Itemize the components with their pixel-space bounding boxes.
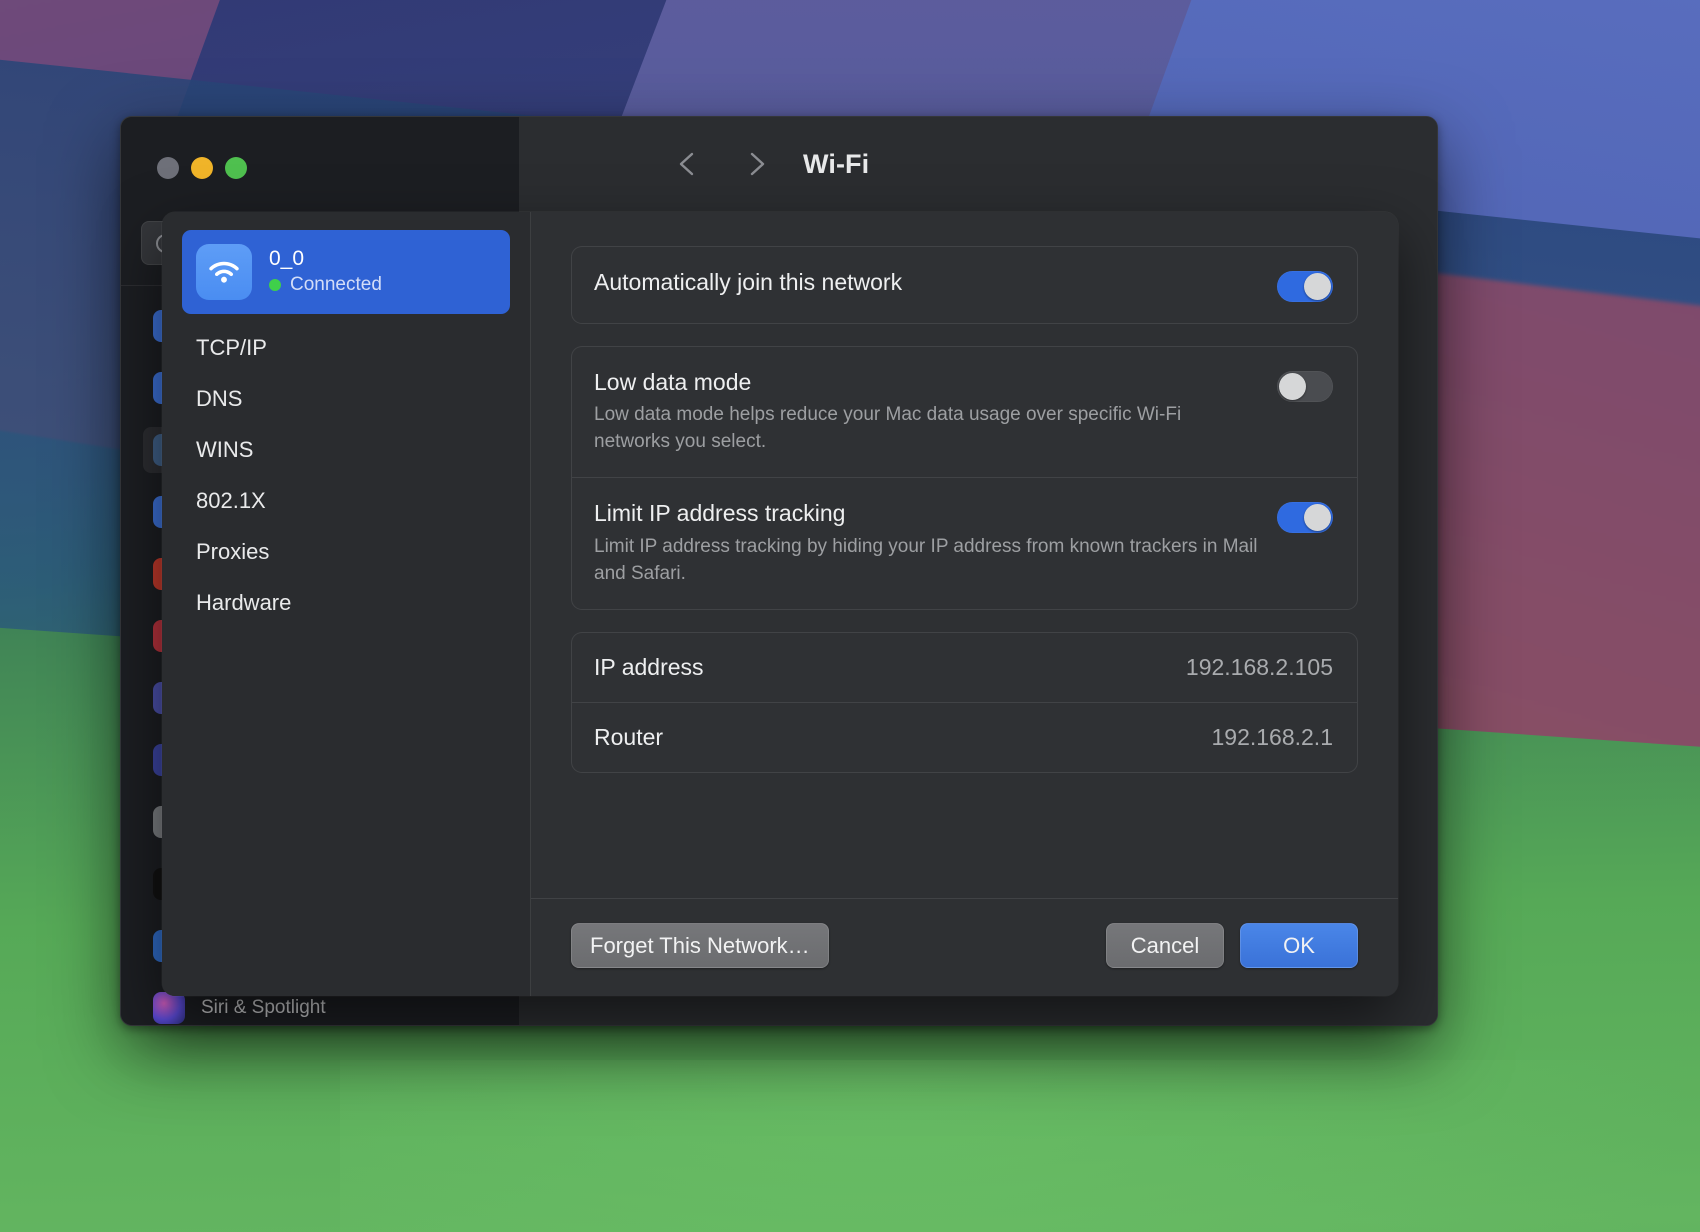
cancel-button[interactable]: Cancel (1106, 923, 1224, 968)
ip-address-row: IP address 192.168.2.105 (572, 633, 1357, 702)
close-button[interactable] (157, 157, 179, 179)
sidebar-item-wins[interactable]: WINS (162, 424, 530, 475)
toggle-knob (1304, 273, 1331, 300)
sheet-settings-list: Automatically join this network Low data… (531, 212, 1398, 898)
sidebar-item-tcp-ip[interactable]: TCP/IP (162, 322, 530, 373)
page-title: Wi-Fi (803, 149, 870, 179)
sidebar-item-label: DNS (196, 385, 243, 411)
chevron-right-icon[interactable] (739, 147, 773, 181)
ok-button[interactable]: OK (1240, 923, 1358, 968)
setting-row-low-data-mode[interactable]: Low data mode Low data mode helps reduce… (572, 347, 1357, 477)
low-data-mode-description: Low data mode helps reduce your Mac data… (594, 404, 1182, 453)
sheet-sidebar-list: TCP/IP DNS WINS 802.1X Proxies Hardware (162, 322, 530, 628)
toggle-knob (1304, 504, 1331, 532)
limit-ip-tracking-description: Limit IP address tracking by hiding your… (594, 535, 1258, 584)
sheet-footer: Forget This Network… Cancel OK (531, 898, 1398, 996)
ip-address-label: IP address (594, 653, 704, 680)
wallpaper-green-highlight (340, 1059, 1700, 1232)
forget-network-button[interactable]: Forget This Network… (571, 923, 829, 968)
settings-item-icon (153, 992, 185, 1024)
sidebar-item-dns[interactable]: DNS (162, 373, 530, 424)
toggle-knob (1279, 373, 1306, 400)
router-value: 192.168.2.1 (1211, 723, 1333, 750)
low-data-mode-toggle[interactable] (1277, 371, 1333, 402)
chevron-left-icon[interactable] (671, 147, 705, 181)
sheet-sidebar: 0_0 Connected TCP/IP DNS WINS 802.1X Proxies… (162, 212, 531, 996)
sidebar-item-label: Proxies (196, 538, 270, 564)
minimize-button[interactable] (191, 157, 213, 179)
settings-item-label: Siri & Spotlight (201, 997, 326, 1018)
sidebar-item-label: 802.1X (196, 487, 266, 513)
auto-join-group: Automatically join this network (571, 246, 1358, 324)
network-name: 0_0 (269, 247, 305, 271)
router-label: Router (594, 723, 664, 750)
limit-ip-tracking-toggle[interactable] (1277, 502, 1333, 534)
setting-row-auto-join[interactable]: Automatically join this network (572, 247, 1357, 323)
sidebar-item-hardware[interactable]: Hardware (162, 577, 530, 628)
low-data-mode-label: Low data mode (594, 369, 752, 395)
sidebar-item-label: Hardware (196, 589, 292, 615)
address-info-group: IP address 192.168.2.105 Router 192.168.… (571, 631, 1358, 773)
auto-join-toggle[interactable] (1277, 271, 1333, 302)
wifi-details-sheet: 0_0 Connected TCP/IP DNS WINS 802.1X Proxies… (162, 212, 1398, 996)
sidebar-item-network[interactable]: 0_0 Connected (182, 230, 510, 314)
sidebar-item-label: WINS (196, 436, 254, 462)
sidebar-item-802-1x[interactable]: 802.1X (162, 475, 530, 526)
limit-ip-tracking-label: Limit IP address tracking (594, 500, 846, 527)
auto-join-label: Automatically join this network (594, 269, 903, 295)
sidebar-item-label: TCP/IP (196, 334, 267, 360)
window-titlebar (121, 117, 519, 211)
zoom-button[interactable] (225, 157, 247, 179)
privacy-group: Low data mode Low data mode helps reduce… (571, 346, 1358, 610)
router-row: Router 192.168.2.1 (572, 701, 1357, 772)
status-dot-icon (269, 279, 281, 292)
network-status: Connected (269, 272, 382, 298)
navigation-bar: Wi-Fi (519, 117, 1437, 211)
sidebar-item-proxies[interactable]: Proxies (162, 526, 530, 577)
wifi-icon (196, 244, 252, 300)
setting-row-limit-ip-tracking[interactable]: Limit IP address tracking Limit IP addre… (572, 477, 1357, 608)
ip-address-value: 192.168.2.105 (1185, 653, 1333, 680)
sheet-main-pane: Automatically join this network Low data… (531, 212, 1398, 996)
network-status-label: Connected (290, 274, 382, 296)
